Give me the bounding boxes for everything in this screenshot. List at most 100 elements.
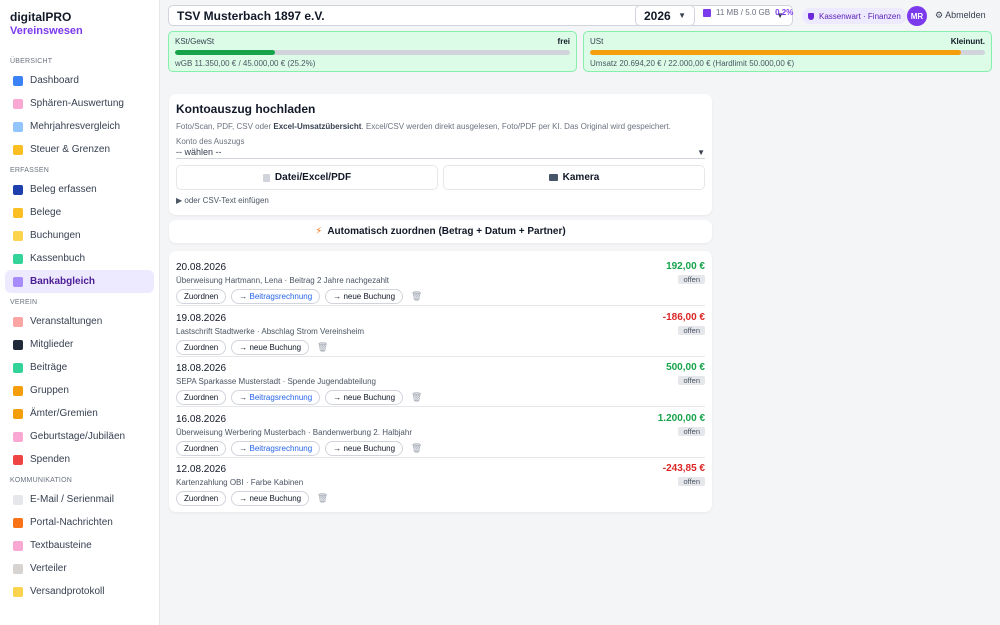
progress-fill (590, 50, 962, 55)
transaction-description: Kartenzahlung OBI · Farbe Kabinen (176, 478, 304, 487)
new-booking-button[interactable]: → neue Buchung (325, 390, 404, 405)
new-booking-button[interactable]: → neue Buchung (325, 440, 404, 456)
sidebar-item-spenden[interactable]: Spenden (5, 448, 154, 471)
shield-icon (808, 12, 814, 20)
status-badge: offen (678, 275, 705, 284)
sidebar-item-dashboard[interactable]: Dashboard (5, 69, 154, 92)
transaction-row: 18.08.2026 SEPA Sparkasse Musterstadt · … (176, 357, 705, 407)
upload-title: Kontoauszug hochladen (176, 102, 316, 116)
transaction-description: Überweisung Werbering Musterbach · Bande… (176, 427, 412, 437)
role-badge[interactable]: Kassenwart · Finanzen (802, 8, 907, 24)
file-upload-label: Datei/Excel/PDF (274, 172, 352, 183)
logout-button[interactable]: ⚙ Abmelden (935, 10, 986, 21)
sidebar-item-portal-nachrichten[interactable]: Portal-Nachrichten (5, 511, 154, 534)
sidebar-item-versandprotokoll[interactable]: Versandprotokoll (5, 580, 154, 603)
bank-icon (13, 276, 23, 287)
auto-assign-panel: ⚡ Automatisch zuordnen (Betrag + Datum +… (169, 220, 712, 243)
sidebar: digitalPRO Vereinswesen Übersicht Dashboa… (0, 0, 160, 625)
trash-icon[interactable]: 🗑 (411, 392, 422, 403)
auto-assign-button[interactable]: ⚡ Automatisch zuordnen (Betrag + Datum +… (169, 220, 712, 243)
new-booking-button[interactable]: → neue Buchung (231, 491, 310, 506)
chevron-down-icon: ▼ (697, 147, 705, 157)
limit-detail: wGB 11.350,00 € / 45.000,00 € (25.2%) (175, 59, 316, 68)
transaction-date: 16.08.2026 (176, 413, 227, 425)
sidebar-item-textbausteine[interactable]: Textbausteine (5, 534, 154, 557)
transaction-date: 12.08.2026 (176, 464, 227, 475)
sidebar-item-bankabgleich[interactable]: Bankabgleich (5, 270, 154, 293)
sidebar-item-e-mail-serienmail[interactable]: E-Mail / Serienmail (5, 488, 154, 511)
assign-button[interactable]: Zuordnen (176, 491, 227, 506)
clipboard-icon (13, 563, 23, 574)
transaction-description: Lastschrift Stadtwerke · Abschlag Strom … (176, 326, 365, 336)
assign-button[interactable]: Zuordnen (176, 289, 227, 304)
trash-icon[interactable]: 🗑 (317, 342, 328, 352)
database-icon (703, 8, 711, 17)
sidebar-item-label: Geburtstage/Jubiläen (30, 431, 126, 442)
arrow-right-icon: → (333, 393, 342, 402)
limit-card-ust: USt Kleinunt. Umsatz 20.694,20 € / 22.00… (583, 31, 992, 72)
megaphone-icon (13, 517, 23, 528)
account-select-value: -- wählen -- (176, 147, 222, 157)
beitragsrechnung-button[interactable]: → Beitragsrechnung (231, 390, 321, 405)
assign-button[interactable]: Zuordnen (176, 440, 227, 456)
beitragsrechnung-button[interactable]: → Beitragsrechnung (231, 289, 321, 304)
sidebar-item-sphären-auswertung[interactable]: Sphären-Auswertung (5, 92, 154, 115)
sidebar-item-label: Beleg erfassen (30, 184, 97, 195)
account-select[interactable]: -- wählen -- ▼ (176, 146, 705, 159)
arrow-right-icon: → (239, 443, 248, 453)
sidebar-item-mitglieder[interactable]: Mitglieder (5, 333, 154, 356)
beitragsrechnung-label: Beitragsrechnung (249, 443, 313, 453)
sidebar-item-label: Textbausteine (30, 540, 92, 551)
camera-button[interactable]: Kamera (443, 165, 705, 190)
nav-section-title: Kommunikation (10, 477, 72, 484)
transaction-actions: Zuordnen → Beitragsrechnung → neue Buchu… (176, 390, 422, 405)
limit-title: KSt/GewSt (175, 37, 215, 46)
transaction-date: 20.08.2026 (176, 262, 227, 273)
trash-icon[interactable]: 🗑 (411, 443, 422, 453)
limit-card-kst: KSt/GewSt frei wGB 11.350,00 € / 45.000,… (168, 31, 577, 72)
new-booking-button[interactable]: → neue Buchung (231, 339, 310, 355)
upload-hint: Foto/Scan, PDF, CSV oder Excel-Umsatzübe… (176, 122, 706, 131)
sidebar-item-gruppen[interactable]: Gruppen (5, 379, 154, 402)
brand-name: digitalPRO (10, 10, 72, 24)
sidebar-item-label: Kassenbuch (30, 253, 86, 264)
sidebar-item-veranstaltungen[interactable]: Veranstaltungen (5, 310, 154, 333)
transaction-actions: Zuordnen → Beitragsrechnung → neue Buchu… (176, 289, 422, 304)
status-badge: offen (678, 426, 705, 436)
sidebar-item-steuer-grenzen[interactable]: Steuer & Grenzen (5, 138, 154, 161)
sidebar-item-verteiler[interactable]: Verteiler (5, 557, 154, 580)
storage-used: 11 MB / 5.0 GB (716, 8, 771, 17)
role-label: Kassenwart · Finanzen (819, 11, 901, 21)
trash-icon[interactable]: 🗑 (317, 493, 328, 504)
transaction-description: SEPA Sparkasse Musterstadt · Spende Juge… (176, 377, 376, 386)
folder-icon (13, 207, 23, 218)
sidebar-item-beiträge[interactable]: Beiträge (5, 356, 154, 379)
beitragsrechnung-button[interactable]: → Beitragsrechnung (231, 440, 321, 456)
new-booking-label: neue Buchung (343, 443, 396, 453)
club-select[interactable]: TSV Musterbach 1897 e.V. ▼ (168, 5, 793, 26)
assign-button[interactable]: Zuordnen (176, 339, 227, 355)
nav-section-title: Verein (10, 299, 38, 306)
new-booking-button[interactable]: → neue Buchung (325, 289, 404, 304)
csv-text-toggle[interactable]: ▶ oder CSV-Text einfügen (176, 196, 269, 205)
transaction-date: 18.08.2026 (176, 363, 227, 374)
limit-status: Kleinunt. (950, 37, 985, 46)
sidebar-item-belege[interactable]: Belege (5, 201, 154, 224)
sidebar-item-label: Veranstaltungen (30, 316, 103, 327)
trend-chart-icon (13, 121, 23, 132)
nav-section-title: Erfassen (10, 167, 49, 174)
sidebar-item-geburtstage-jubiläen[interactable]: Geburtstage/Jubiläen (5, 425, 154, 448)
avatar[interactable]: MR (907, 6, 927, 26)
sidebar-item-mehrjahresvergleich[interactable]: Mehrjahresvergleich (5, 115, 154, 138)
sidebar-item-kassenbuch[interactable]: Kassenbuch (5, 247, 154, 270)
trash-icon[interactable]: 🗑 (411, 291, 422, 302)
year-select[interactable]: 2026 ▼ (635, 5, 695, 26)
sidebar-item-buchungen[interactable]: Buchungen (5, 224, 154, 247)
assign-button[interactable]: Zuordnen (176, 390, 227, 405)
sidebar-item-beleg-erfassen[interactable]: Beleg erfassen (5, 178, 154, 201)
file-upload-button[interactable]: Datei/Excel/PDF (176, 165, 438, 190)
notepad-icon (13, 230, 23, 241)
scale-icon (13, 144, 23, 155)
new-booking-label: neue Buchung (249, 494, 302, 503)
sidebar-item-ämter-gremien[interactable]: Ämter/Gremien (5, 402, 154, 425)
